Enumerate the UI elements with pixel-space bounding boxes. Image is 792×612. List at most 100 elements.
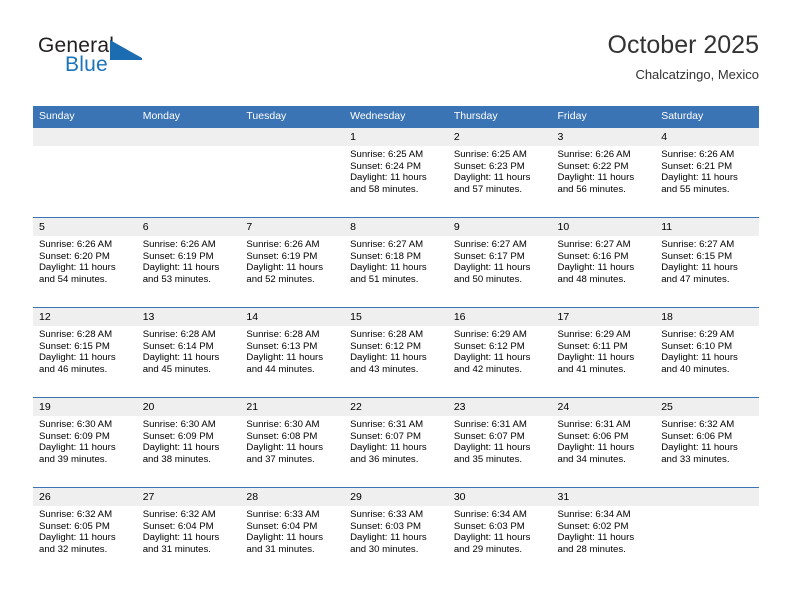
day-cell-inner [33, 128, 137, 217]
calendar-day-cell [136, 127, 241, 218]
weekday-header-thursday: Thursday [447, 106, 552, 128]
daylight-text-line2: and 39 minutes. [39, 453, 108, 465]
sunset-text: Sunset: 6:12 PM [350, 340, 422, 352]
daylight-text-line1: Daylight: 11 hours [661, 172, 738, 184]
day-number: 30 [447, 488, 552, 506]
sunrise-text: Sunrise: 6:29 AM [557, 329, 631, 340]
day-number: 19 [33, 398, 137, 416]
calendar-day-cell[interactable]: 28 Sunrise: 6:33 AM Sunset: 6:04 PM Dayligh… [240, 487, 345, 577]
daylight-text-line2: and 54 minutes. [39, 273, 108, 285]
sunrise-text: Sunrise: 6:28 AM [246, 329, 320, 340]
sunrise-text: Sunrise: 6:26 AM [661, 149, 735, 160]
daylight-text-line1: Daylight: 11 hours [246, 532, 324, 544]
calendar-day-cell[interactable]: 12 Sunrise: 6:28 AM Sunset: 6:15 PM Dayligh… [33, 307, 137, 398]
calendar-day-cell[interactable]: 13 Sunrise: 6:28 AM Sunset: 6:14 PM Dayligh… [136, 307, 241, 398]
weekday-header-tuesday: Tuesday [240, 106, 345, 128]
daylight-text-line2: and 48 minutes. [557, 273, 626, 285]
day-number: 12 [33, 308, 137, 326]
daylight-text-line1: Daylight: 11 hours [39, 352, 116, 364]
calendar-day-cell[interactable]: 22 Sunrise: 6:31 AM Sunset: 6:07 PM Dayligh… [344, 397, 448, 488]
sunrise-text: Sunrise: 6:31 AM [453, 419, 527, 430]
day-cell-inner: 27 Sunrise: 6:32 AM Sunset: 6:04 PM Dayligh… [136, 488, 241, 577]
sunrise-text: Sunrise: 6:26 AM [39, 239, 113, 250]
calendar-day-cell[interactable]: 4 Sunrise: 6:26 AM Sunset: 6:21 PM Daylight… [655, 127, 759, 218]
calendar-day-cell[interactable]: 17 Sunrise: 6:29 AM Sunset: 6:11 PM Dayligh… [551, 307, 656, 398]
calendar-day-cell[interactable]: 1 Sunrise: 6:25 AM Sunset: 6:24 PM Daylight… [344, 127, 448, 218]
day-details: Sunrise: 6:28 AM Sunset: 6:12 PM Daylight:… [344, 326, 448, 375]
calendar-day-cell[interactable]: 20 Sunrise: 6:30 AM Sunset: 6:09 PM Dayligh… [136, 397, 241, 488]
day-details: Sunrise: 6:27 AM Sunset: 6:16 PM Daylight:… [552, 236, 656, 285]
calendar-day-cell[interactable]: 10 Sunrise: 6:27 AM Sunset: 6:16 PM Dayligh… [551, 217, 656, 308]
calendar-week-row: 26 Sunrise: 6:32 AM Sunset: 6:05 PM Dayligh… [33, 487, 759, 577]
daylight-text-line2: and 37 minutes. [246, 453, 315, 465]
day-cell-inner: 14 Sunrise: 6:28 AM Sunset: 6:13 PM Dayligh… [240, 308, 345, 397]
calendar-day-cell[interactable]: 15 Sunrise: 6:28 AM Sunset: 6:12 PM Dayligh… [344, 307, 448, 398]
sunset-text: Sunset: 6:06 PM [557, 430, 629, 442]
daylight-text-line1: Daylight: 11 hours [142, 262, 220, 274]
daylight-text-line1: Daylight: 11 hours [661, 262, 738, 274]
day-cell-inner: 10 Sunrise: 6:27 AM Sunset: 6:16 PM Dayligh… [551, 218, 656, 307]
sunrise-text: Sunrise: 6:32 AM [142, 509, 216, 520]
calendar-day-cell[interactable]: 9 Sunrise: 6:27 AM Sunset: 6:17 PM Daylight… [447, 217, 552, 308]
sunset-text: Sunset: 6:19 PM [246, 250, 318, 262]
calendar-day-cell[interactable]: 30 Sunrise: 6:34 AM Sunset: 6:03 PM Dayligh… [447, 487, 552, 577]
calendar-table: Sunday Monday Tuesday Wednesday Thursday… [33, 106, 759, 577]
calendar-week-row: 19 Sunrise: 6:30 AM Sunset: 6:09 PM Dayligh… [33, 397, 759, 488]
triangle-underline-icon [110, 58, 142, 60]
daylight-text-line2: and 57 minutes. [453, 183, 523, 195]
day-details: Sunrise: 6:28 AM Sunset: 6:14 PM Daylight:… [137, 326, 241, 375]
daylight-text-line2: and 58 minutes. [350, 183, 419, 195]
sunrise-text: Sunrise: 6:28 AM [39, 329, 113, 340]
calendar-day-cell[interactable]: 8 Sunrise: 6:27 AM Sunset: 6:18 PM Daylight… [344, 217, 448, 308]
day-cell-inner: 16 Sunrise: 6:29 AM Sunset: 6:12 PM Dayligh… [447, 308, 552, 397]
day-details: Sunrise: 6:25 AM Sunset: 6:24 PM Daylight:… [344, 146, 448, 195]
day-number [33, 128, 137, 146]
sunset-text: Sunset: 6:04 PM [142, 520, 214, 532]
calendar-day-cell[interactable]: 21 Sunrise: 6:30 AM Sunset: 6:08 PM Dayligh… [240, 397, 345, 488]
calendar-day-cell[interactable]: 27 Sunrise: 6:32 AM Sunset: 6:04 PM Dayligh… [136, 487, 241, 577]
day-number [240, 128, 345, 146]
brand-logo[interactable]: General Blue [38, 34, 218, 90]
calendar-day-cell[interactable]: 6 Sunrise: 6:26 AM Sunset: 6:19 PM Daylight… [136, 217, 241, 308]
day-cell-inner [655, 488, 759, 577]
sunrise-text: Sunrise: 6:32 AM [39, 509, 113, 520]
weekday-header-saturday: Saturday [655, 106, 759, 128]
calendar-day-cell[interactable]: 18 Sunrise: 6:29 AM Sunset: 6:10 PM Dayligh… [655, 307, 759, 398]
calendar-day-cell[interactable]: 19 Sunrise: 6:30 AM Sunset: 6:09 PM Dayligh… [33, 397, 137, 488]
day-number: 26 [33, 488, 137, 506]
day-number: 15 [344, 308, 448, 326]
calendar-day-cell [240, 127, 345, 218]
daylight-text-line1: Daylight: 11 hours [39, 442, 116, 454]
sunrise-text: Sunrise: 6:28 AM [350, 329, 424, 340]
calendar-day-cell[interactable]: 2 Sunrise: 6:25 AM Sunset: 6:23 PM Daylight… [447, 127, 552, 218]
calendar-day-cell[interactable]: 7 Sunrise: 6:26 AM Sunset: 6:19 PM Daylight… [240, 217, 345, 308]
day-number: 31 [551, 488, 656, 506]
sunrise-text: Sunrise: 6:27 AM [350, 239, 424, 250]
calendar-day-cell[interactable]: 16 Sunrise: 6:29 AM Sunset: 6:12 PM Dayligh… [447, 307, 552, 398]
sunset-text: Sunset: 6:20 PM [39, 250, 110, 262]
daylight-text-line1: Daylight: 11 hours [557, 442, 635, 454]
calendar-day-cell[interactable]: 29 Sunrise: 6:33 AM Sunset: 6:03 PM Dayligh… [344, 487, 448, 577]
sunset-text: Sunset: 6:09 PM [39, 430, 110, 442]
day-number: 28 [240, 488, 345, 506]
day-details: Sunrise: 6:31 AM Sunset: 6:06 PM Daylight:… [552, 416, 656, 465]
calendar-day-cell[interactable]: 11 Sunrise: 6:27 AM Sunset: 6:15 PM Dayligh… [655, 217, 759, 308]
sunrise-text: Sunrise: 6:27 AM [557, 239, 631, 250]
calendar-day-cell[interactable]: 14 Sunrise: 6:28 AM Sunset: 6:13 PM Dayligh… [240, 307, 345, 398]
calendar-day-cell[interactable]: 31 Sunrise: 6:34 AM Sunset: 6:02 PM Dayligh… [551, 487, 656, 577]
calendar-day-cell[interactable]: 3 Sunrise: 6:26 AM Sunset: 6:22 PM Daylight… [551, 127, 656, 218]
daylight-text-line2: and 31 minutes. [246, 543, 315, 555]
calendar-header-row: Sunday Monday Tuesday Wednesday Thursday… [33, 106, 759, 128]
day-details: Sunrise: 6:27 AM Sunset: 6:17 PM Daylight:… [448, 236, 552, 285]
day-cell-inner: 21 Sunrise: 6:30 AM Sunset: 6:08 PM Dayligh… [240, 398, 345, 487]
calendar-day-cell[interactable]: 5 Sunrise: 6:26 AM Sunset: 6:20 PM Daylight… [33, 217, 137, 308]
brand-name-bottom: Blue [65, 53, 108, 76]
calendar-day-cell[interactable]: 24 Sunrise: 6:31 AM Sunset: 6:06 PM Dayligh… [551, 397, 656, 488]
day-number: 1 [344, 128, 448, 146]
calendar-day-cell[interactable]: 26 Sunrise: 6:32 AM Sunset: 6:05 PM Dayligh… [33, 487, 137, 577]
daylight-text-line1: Daylight: 11 hours [39, 262, 116, 274]
daylight-text-line1: Daylight: 11 hours [557, 172, 635, 184]
calendar-day-cell[interactable]: 25 Sunrise: 6:32 AM Sunset: 6:06 PM Dayligh… [655, 397, 759, 488]
calendar-day-cell[interactable]: 23 Sunrise: 6:31 AM Sunset: 6:07 PM Dayligh… [447, 397, 552, 488]
triangle-flag-icon [110, 40, 142, 58]
